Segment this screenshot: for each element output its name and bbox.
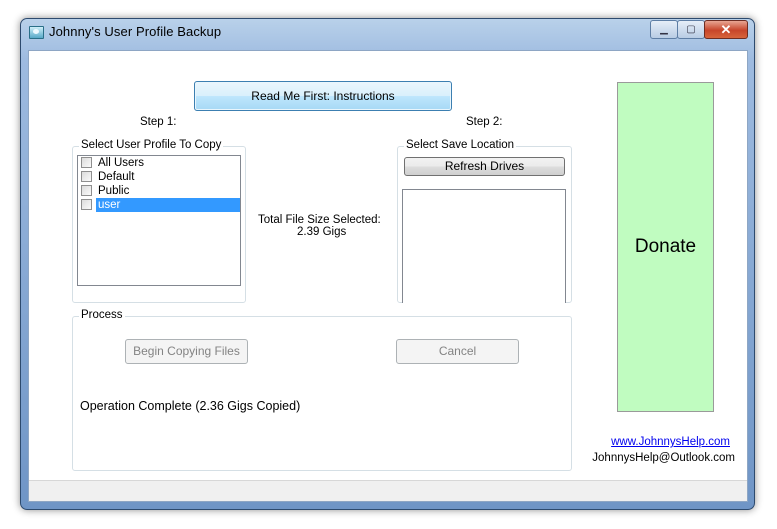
list-item-label: Default	[98, 171, 135, 183]
caption-buttons: ▁ ▢ ✕	[650, 20, 748, 39]
list-item[interactable]: Default	[78, 170, 240, 184]
list-item[interactable]: user	[78, 198, 240, 212]
client-area: Read Me First: Instructions Step 1: Step…	[28, 50, 748, 502]
step1-label: Step 1:	[140, 116, 177, 128]
maximize-button[interactable]: ▢	[677, 20, 705, 39]
size-value: 2.39 Gigs	[297, 226, 347, 238]
profile-items: All Users Default Public user	[78, 156, 240, 212]
save-location-title: Select Save Location	[404, 139, 517, 151]
cancel-button[interactable]: Cancel	[396, 339, 519, 364]
checkbox[interactable]	[81, 185, 92, 196]
profile-list[interactable]: All Users Default Public user	[77, 155, 241, 286]
app-window: Johnny's User Profile Backup ▁ ▢ ✕ Read …	[20, 18, 755, 510]
process-group-title: Process	[79, 309, 125, 321]
profile-group-title: Select User Profile To Copy	[79, 139, 224, 151]
list-item[interactable]: Public	[78, 184, 240, 198]
list-item-label: Public	[98, 185, 130, 197]
refresh-drives-button[interactable]: Refresh Drives	[404, 157, 565, 176]
donate-button[interactable]: Donate	[617, 82, 714, 412]
contact-email: JohnnysHelp@Outlook.com	[592, 452, 735, 464]
app-icon[interactable]	[29, 26, 44, 39]
status-bar	[29, 480, 747, 501]
step2-label: Step 2:	[466, 116, 503, 128]
readme-button[interactable]: Read Me First: Instructions	[194, 81, 452, 111]
minimize-button[interactable]: ▁	[650, 20, 678, 39]
maximize-icon: ▢	[686, 24, 696, 35]
window-title: Johnny's User Profile Backup	[49, 24, 222, 39]
list-item[interactable]: All Users	[78, 156, 240, 170]
drive-list[interactable]	[402, 189, 566, 303]
checkbox[interactable]	[81, 199, 92, 210]
checkbox[interactable]	[81, 157, 92, 168]
close-button[interactable]: ✕	[704, 20, 748, 39]
title-bar[interactable]: Johnny's User Profile Backup ▁ ▢ ✕	[21, 19, 754, 45]
status-message: Operation Complete (2.36 Gigs Copied)	[80, 399, 301, 413]
minimize-icon: ▁	[660, 24, 668, 35]
list-item-label: All Users	[98, 157, 145, 169]
begin-copying-button[interactable]: Begin Copying Files	[125, 339, 248, 364]
size-label: Total File Size Selected:	[258, 214, 381, 226]
website-link[interactable]: www.JohnnysHelp.com	[611, 436, 730, 448]
list-item-label: user	[96, 198, 240, 212]
checkbox[interactable]	[81, 171, 92, 182]
close-icon: ✕	[720, 21, 732, 37]
